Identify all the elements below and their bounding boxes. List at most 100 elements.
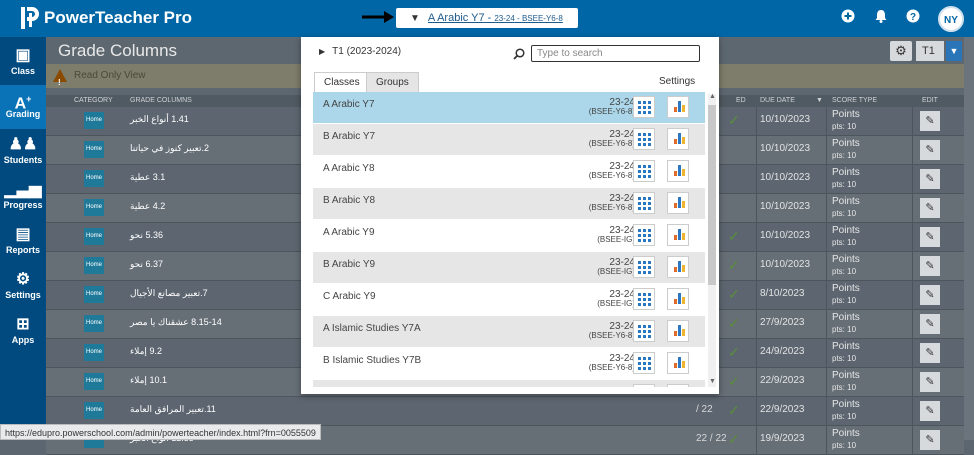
scroll-down-icon[interactable]: ▼ bbox=[709, 378, 716, 385]
score-type: Points pts: 10 bbox=[832, 370, 860, 394]
gradebook-grid-button[interactable] bbox=[633, 384, 655, 387]
grade-column-name[interactable]: 5.36 نحو bbox=[130, 230, 163, 241]
gradebook-grid-button[interactable] bbox=[633, 128, 655, 150]
chevron-down-icon[interactable]: ▼ bbox=[946, 41, 962, 61]
sidebar-item-reports[interactable]: ▤ Reports bbox=[0, 221, 46, 265]
class-list-item[interactable]: A Arabic Y8 23-24 (BSEE-Y6-8) bbox=[313, 156, 705, 187]
progress-chart-button[interactable] bbox=[667, 192, 689, 214]
scroll-up-icon[interactable]: ▲ bbox=[709, 93, 716, 100]
class-list-item[interactable]: B Arabic Y7 23-24 (BSEE-Y6-8) bbox=[313, 124, 705, 155]
class-list-item[interactable]: B Islamic Studies Y7B 23-24 (BSEE-Y6-8) bbox=[313, 348, 705, 379]
gradebook-grid-button[interactable] bbox=[633, 192, 655, 214]
class-list-item[interactable]: A Arabic Y9 23-24 (BSEE-IG) bbox=[313, 220, 705, 251]
category-badge: Home bbox=[84, 344, 104, 361]
avatar[interactable]: NY bbox=[938, 6, 964, 32]
due-date: 10/10/2023 bbox=[760, 172, 811, 183]
sidebar-item-settings[interactable]: ⚙ Settings bbox=[0, 266, 46, 310]
edit-button[interactable]: ✎ bbox=[920, 285, 940, 305]
grade-column-name[interactable]: 8.15-14 عشقناك يا مصر bbox=[130, 317, 222, 328]
sort-desc-icon[interactable]: ▼ bbox=[816, 97, 823, 104]
class-list-item[interactable]: B Arabic Y9 23-24 (BSEE-IG) bbox=[313, 252, 705, 283]
term-label: T1 (2023-2024) bbox=[332, 46, 402, 57]
due-date: 10/10/2023 bbox=[760, 201, 811, 212]
class-code: (BSEE-Y6-8) bbox=[588, 331, 635, 340]
header-category[interactable]: CATEGORY bbox=[74, 97, 113, 104]
edit-button[interactable]: ✎ bbox=[920, 227, 940, 247]
header-due-date[interactable]: DUE DATE bbox=[760, 97, 795, 104]
edit-button[interactable]: ✎ bbox=[920, 372, 940, 392]
due-date: 10/10/2023 bbox=[760, 230, 811, 241]
edit-button[interactable]: ✎ bbox=[920, 140, 940, 160]
edit-button[interactable]: ✎ bbox=[920, 401, 940, 421]
gradebook-grid-button[interactable] bbox=[633, 320, 655, 342]
check-icon: ✓ bbox=[728, 112, 740, 128]
grade-column-name[interactable]: 10.1 إملاء bbox=[130, 375, 167, 386]
gradebook-grid-button[interactable] bbox=[633, 288, 655, 310]
gradebook-grid-button[interactable] bbox=[633, 256, 655, 278]
sidebar-item-grading[interactable]: A+ Grading bbox=[0, 85, 46, 129]
header-scored[interactable]: ED bbox=[736, 97, 746, 104]
progress-chart-button[interactable] bbox=[667, 352, 689, 374]
points-value: pts: 10 bbox=[832, 122, 857, 131]
class-name: B Arabic Y9 bbox=[323, 259, 376, 270]
edit-button[interactable]: ✎ bbox=[920, 343, 940, 363]
tab-classes[interactable]: Classes bbox=[314, 72, 370, 92]
bell-icon[interactable] bbox=[872, 9, 890, 27]
progress-chart-button[interactable] bbox=[667, 96, 689, 118]
sidebar-item-class[interactable]: ▣ Class bbox=[0, 42, 46, 86]
class-list-item[interactable]: A Islamic Studies Y7A 23-24 (BSEE-Y6-8) bbox=[313, 316, 705, 347]
edit-button[interactable]: ✎ bbox=[920, 169, 940, 189]
progress-chart-button[interactable] bbox=[667, 224, 689, 246]
gradebook-grid-button[interactable] bbox=[633, 224, 655, 246]
tab-groups[interactable]: Groups bbox=[366, 72, 419, 92]
popup-settings-link[interactable]: Settings bbox=[659, 76, 695, 87]
progress-chart-button[interactable] bbox=[667, 320, 689, 342]
progress-chart-button[interactable] bbox=[667, 384, 689, 387]
class-name: B Islamic Studies Y7B bbox=[323, 355, 422, 366]
sidebar-item-progress[interactable]: ▁▃▅ Progress bbox=[0, 176, 46, 220]
class-list-item[interactable]: A Arabic Y7 23-24 (BSEE-Y6-8) bbox=[313, 92, 705, 123]
progress-chart-button[interactable] bbox=[667, 160, 689, 182]
edit-button[interactable]: ✎ bbox=[920, 256, 940, 276]
powerschool-logo-icon[interactable] bbox=[20, 6, 40, 30]
class-list-scroll-thumb[interactable] bbox=[708, 105, 716, 285]
class-list-item[interactable]: B Arabic Y8 23-24 (BSEE-Y6-8) bbox=[313, 188, 705, 219]
grade-column-name[interactable]: 3.1 عطية bbox=[130, 172, 165, 183]
score-type: Points pts: 10 bbox=[832, 109, 860, 133]
class-selector[interactable]: ▼ A Arabic Y7 - 23-24 - BSEE-Y6-8 bbox=[396, 8, 578, 28]
page-scrollbar[interactable] bbox=[964, 37, 974, 440]
edit-button[interactable]: ✎ bbox=[920, 430, 940, 450]
apps-icon: ⊞ bbox=[16, 316, 30, 333]
add-circle-icon[interactable] bbox=[839, 9, 857, 27]
header-score-type[interactable]: SCORE TYPE bbox=[832, 97, 877, 104]
read-only-text: Read Only View bbox=[74, 70, 146, 81]
gradebook-grid-button[interactable] bbox=[633, 96, 655, 118]
bar-chart-icon bbox=[674, 229, 685, 240]
sidebar-item-students[interactable]: ♟♟ Students bbox=[0, 131, 46, 175]
sidebar-item-apps[interactable]: ⊞ Apps bbox=[0, 311, 46, 355]
grade-column-name[interactable]: 7.تعبير مصانع الأجيال bbox=[130, 288, 208, 299]
gear-button[interactable]: ⚙ bbox=[890, 41, 912, 61]
term-select[interactable]: T1 bbox=[916, 41, 944, 61]
term-toggle[interactable]: ▶ T1 (2023-2024) bbox=[319, 46, 401, 57]
class-list-item[interactable] bbox=[313, 380, 705, 387]
category-badge: Home bbox=[84, 112, 104, 129]
progress-chart-button[interactable] bbox=[667, 288, 689, 310]
grade-column-name[interactable]: 9.2 إملاء bbox=[130, 346, 162, 357]
edit-button[interactable]: ✎ bbox=[920, 198, 940, 218]
grade-column-name[interactable]: 4.2 عطية bbox=[130, 201, 165, 212]
header-grade-columns[interactable]: GRADE COLUMNS bbox=[130, 97, 192, 104]
grade-column-name[interactable]: 1.41 أنواع الخبر bbox=[130, 114, 189, 125]
grade-column-name[interactable]: 6.37 نحو bbox=[130, 259, 163, 270]
progress-chart-button[interactable] bbox=[667, 128, 689, 150]
grade-column-name[interactable]: 2.تعبير كنوز في حياتنا bbox=[130, 143, 209, 154]
class-list-item[interactable]: C Arabic Y9 23-24 (BSEE-IG) bbox=[313, 284, 705, 315]
help-icon[interactable]: ? bbox=[904, 9, 922, 27]
progress-chart-button[interactable] bbox=[667, 256, 689, 278]
gradebook-grid-button[interactable] bbox=[633, 352, 655, 374]
search-input[interactable] bbox=[531, 45, 700, 62]
edit-button[interactable]: ✎ bbox=[920, 314, 940, 334]
edit-button[interactable]: ✎ bbox=[920, 111, 940, 131]
grade-column-name[interactable]: 11.تعبير المرافق العامة bbox=[130, 404, 216, 415]
gradebook-grid-button[interactable] bbox=[633, 160, 655, 182]
